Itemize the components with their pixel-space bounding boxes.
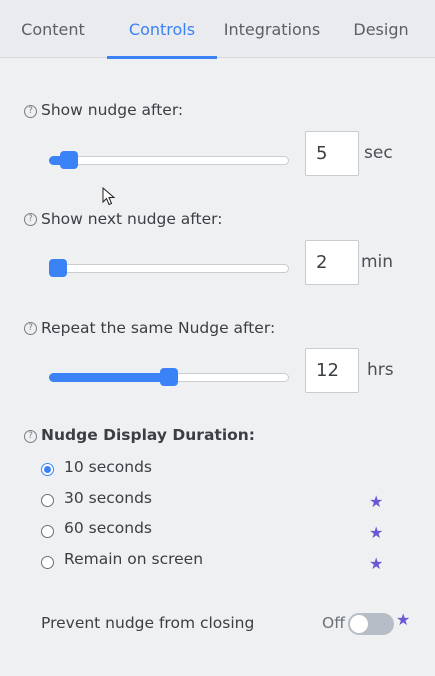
slider-track (49, 156, 289, 165)
radio-label-10-seconds[interactable]: 10 seconds (64, 458, 152, 476)
show-nudge-after-unit: sec (364, 143, 393, 163)
show-nudge-after-slider[interactable] (49, 150, 289, 170)
prevent-closing-toggle[interactable] (348, 613, 394, 635)
premium-star-icon: ★ (369, 523, 384, 542)
premium-star-icon: ★ (396, 610, 411, 629)
show-nudge-after-label: Show nudge after: (41, 101, 184, 119)
tab-integrations[interactable]: Integrations (217, 0, 327, 58)
help-icon[interactable]: ? (24, 213, 37, 226)
tab-controls[interactable]: Controls (107, 0, 217, 59)
toggle-knob (350, 615, 368, 633)
repeat-same-nudge-after-unit: hrs (367, 360, 394, 380)
radio-60-seconds[interactable] (41, 525, 54, 538)
toggle-state-text: Off (322, 614, 345, 632)
slider-track (49, 264, 289, 273)
tab-bar: Content Controls Integrations Design (0, 0, 435, 59)
tab-content[interactable]: Content (0, 0, 106, 58)
radio-label-remain-on-screen[interactable]: Remain on screen (64, 550, 203, 568)
prevent-closing-label: Prevent nudge from closing (41, 614, 255, 632)
slider-thumb[interactable] (60, 151, 78, 169)
radio-30-seconds[interactable] (41, 494, 54, 507)
radio-10-seconds[interactable] (41, 463, 54, 476)
radio-remain-on-screen[interactable] (41, 556, 54, 569)
display-duration-label: Nudge Display Duration: (41, 426, 256, 444)
show-next-nudge-after-unit: min (361, 252, 394, 272)
help-icon[interactable]: ? (24, 105, 37, 118)
repeat-same-nudge-after-slider[interactable] (49, 367, 289, 387)
premium-star-icon: ★ (369, 492, 384, 511)
help-icon[interactable]: ? (24, 322, 37, 335)
repeat-same-nudge-after-label: Repeat the same Nudge after: (41, 319, 276, 337)
help-icon[interactable]: ? (24, 430, 37, 443)
radio-label-30-seconds[interactable]: 30 seconds (64, 489, 152, 507)
radio-label-60-seconds[interactable]: 60 seconds (64, 519, 152, 537)
repeat-same-nudge-after-input[interactable]: 12 (305, 348, 359, 393)
show-next-nudge-after-label: Show next nudge after: (41, 210, 223, 228)
premium-star-icon: ★ (369, 554, 384, 573)
slider-fill (49, 373, 171, 382)
show-nudge-after-input[interactable]: 5 (305, 131, 359, 176)
show-next-nudge-after-slider[interactable] (49, 258, 289, 278)
show-next-nudge-after-input[interactable]: 2 (305, 240, 359, 285)
tab-design[interactable]: Design (327, 0, 435, 58)
slider-thumb[interactable] (49, 259, 67, 277)
mouse-pointer-icon (102, 187, 116, 206)
slider-thumb[interactable] (160, 368, 178, 386)
